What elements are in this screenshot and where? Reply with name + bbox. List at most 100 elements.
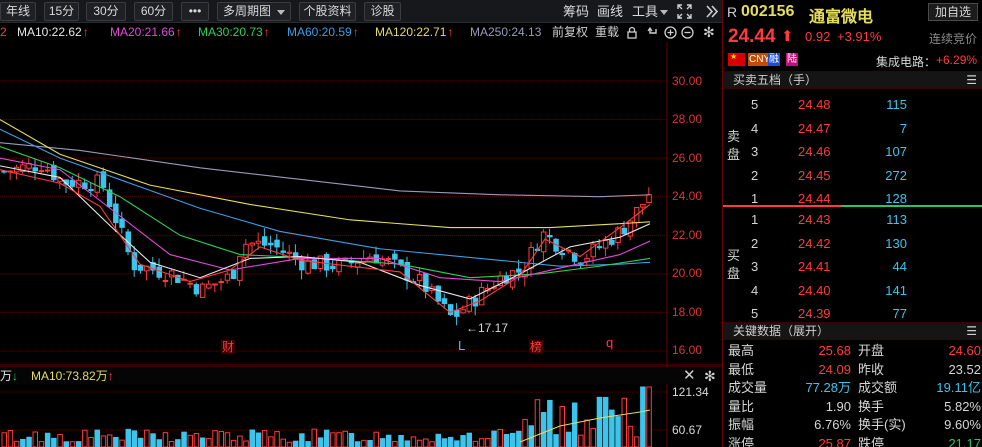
orderbook-row[interactable]: 3 24.41 44 [723,255,982,279]
orderbook-row[interactable]: 2 24.42 130 [723,232,982,256]
volume-bar [26,436,32,447]
menu-icon[interactable]: ☰ [966,323,977,340]
volume-bar [435,433,441,447]
candle-body [385,257,392,260]
volume-bar [627,425,634,447]
forward-adjust-toggle[interactable]: 前复权 [552,23,588,42]
orderbook-level: 2 [751,235,759,251]
dragon-tiger-list-marker[interactable]: 榜 [529,340,544,354]
orderbook-row[interactable]: 1 24.43 113 [723,208,982,232]
l-marker[interactable]: L [458,339,465,353]
orderbook-header[interactable]: 买卖五档（手） ☰ [723,71,982,89]
candle-body [416,274,423,282]
orderbook-row[interactable]: 2 24.45 272 [723,164,982,188]
volume-bar [274,431,280,447]
volume-bar [367,440,373,447]
volume-bar [88,436,94,447]
sector-change: +6.29% [936,53,978,67]
fullscreen-icon[interactable] [677,4,692,19]
volume-bar [410,436,417,447]
candle-body [621,227,627,235]
key-data-row: 最低 24.09 昨收 23.52 [723,361,982,380]
volume-bar [224,432,231,447]
volume-settings-icon[interactable]: ✻ [704,367,716,385]
volume-bar [299,433,305,447]
add-watchlist-button[interactable]: 加自选 [928,3,978,21]
orderbook-row[interactable]: 3 24.46 107 [723,140,982,164]
diagnose-button[interactable]: 诊股 [364,2,401,21]
menu-icon[interactable]: ☰ [966,72,977,89]
key-data-value: 25.87 [818,436,851,447]
volume-bar [516,430,522,447]
volume-bar [286,441,293,447]
volume-bar [218,431,224,447]
margin-tag: 融 [768,53,780,66]
candle-body [44,169,51,172]
tools-dropdown-icon[interactable] [660,10,668,15]
chips-link[interactable]: 筹码 [563,4,589,20]
orderbook-price: 24.40 [798,282,831,298]
volume-bar [423,438,429,447]
orderbook-row[interactable]: 4 24.40 141 [723,279,982,303]
candle-body [547,234,553,238]
volume-axis-label: 60.67 [672,423,703,437]
volume-bar [534,399,541,447]
volume-bar [454,440,460,447]
orderbook-row[interactable]: 4 24.47 7 [723,117,982,141]
reload-button[interactable]: 重载 [595,23,619,42]
orderbook-row[interactable]: 5 24.48 115 [723,93,982,117]
collapse-panel-icon[interactable] [704,3,719,20]
candle-body [305,259,311,274]
trading-status: 连续竞价 [929,32,978,46]
period-60min-button[interactable]: 60分 [134,2,173,21]
period-15min-button[interactable]: 15分 [44,2,79,21]
q-marker[interactable]: q [606,336,613,350]
candle-body [516,268,522,273]
volume-bar [193,433,200,447]
draw-line-link[interactable]: 画线 [597,4,623,20]
china-flag-icon: ★ [728,53,745,66]
volume-bar [156,439,162,447]
sector-label[interactable]: 集成电路： [876,53,936,70]
volume-bar [621,397,627,447]
volume-bar [261,430,268,447]
key-data-row: 涨停 25.87 跌停 21.17 [723,435,982,447]
stock-code: 002156 [741,3,795,20]
orderbook-level: 3 [751,259,759,275]
key-data-label: 换手 [858,398,885,414]
more-periods-button[interactable]: ••• [181,2,209,21]
volume-bar [38,441,45,447]
key-data-row: 成交量 77.28万 成交额 19.11亿 [723,379,982,398]
candle-body [156,266,162,278]
volume-bar [460,435,466,447]
candle-body [609,239,615,245]
volume-bar [162,432,169,447]
volume-bar [447,436,454,447]
multi-period-dropdown[interactable]: 多周期图 [217,2,291,21]
volume-bar [404,440,410,447]
settings-gear-icon[interactable]: ✻ [703,25,715,40]
volume-bar [94,429,100,447]
volume-close-icon[interactable]: ✕ [683,367,696,385]
candle-body [119,218,125,228]
volume-partial-label: 万↓ [0,369,19,383]
key-data-label: 昨收 [858,361,885,377]
last-price: 24.44 [728,26,776,47]
key-data-header[interactable]: 关键数据（展开） ☰ [723,322,982,340]
price-change-pct: +3.91% [837,29,882,44]
period-year-button[interactable]: 年线 [0,2,36,21]
tools-link[interactable]: 工具 [632,4,658,20]
price-line: 24.44 ⬆ 0.92 +3.91% 连续竞价 [723,25,982,50]
ma60-label: MA60:20.59↑ [287,25,359,39]
volume-chart[interactable] [0,384,722,447]
key-data-value: 6.76% [814,417,851,433]
ma5-label: 2 [0,25,7,39]
volume-bar [187,434,193,447]
stock-profile-button[interactable]: 个股资料 [299,2,356,21]
financial-report-marker[interactable]: 财 [221,340,236,354]
period-30min-button[interactable]: 30分 [86,2,126,21]
key-data-row: 振幅 6.76% 换手(实) 9.60% [723,416,982,435]
candlestick-chart[interactable] [0,42,722,366]
orderbook-level: 4 [751,120,759,136]
volume-bar [237,435,243,447]
